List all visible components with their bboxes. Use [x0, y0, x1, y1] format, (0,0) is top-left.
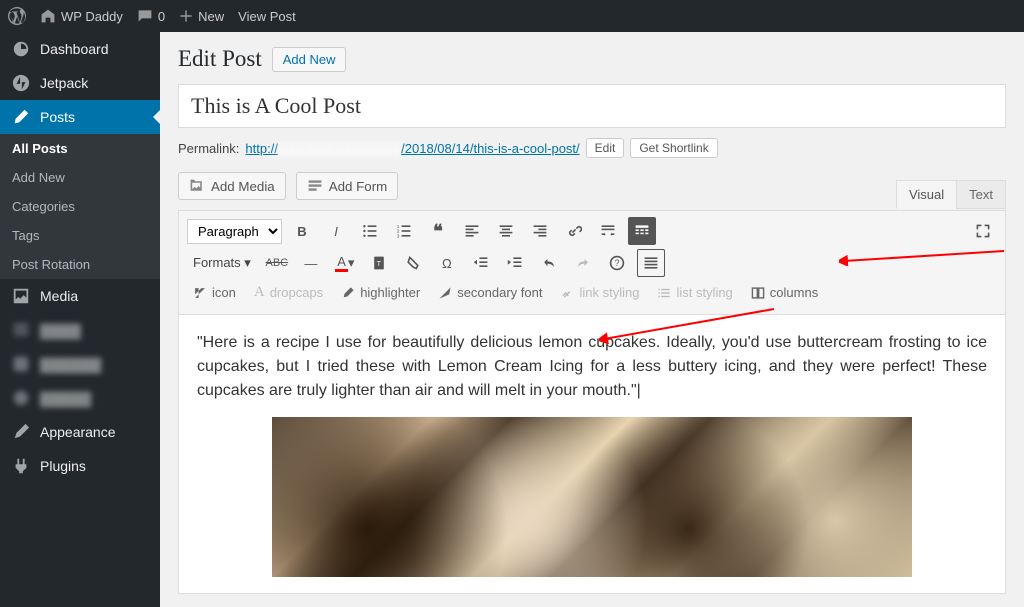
- sub-post-rotation[interactable]: Post Rotation: [0, 250, 160, 279]
- new-link[interactable]: New: [179, 9, 224, 24]
- permalink-edit-button[interactable]: Edit: [586, 138, 625, 158]
- textcolor-icon[interactable]: A▾: [331, 249, 359, 277]
- bold-icon[interactable]: B: [288, 217, 316, 245]
- fullscreen-icon[interactable]: [969, 217, 997, 245]
- ext-secondaryfont-button[interactable]: secondary font: [432, 282, 548, 303]
- view-post-link[interactable]: View Post: [238, 9, 296, 24]
- link-icon[interactable]: [560, 217, 588, 245]
- add-form-label: Add Form: [329, 179, 388, 194]
- ext-icon-button[interactable]: icon: [187, 282, 242, 303]
- hr-icon[interactable]: —: [297, 249, 325, 277]
- posts-label: Posts: [40, 109, 75, 125]
- sidebar-item-posts[interactable]: Posts: [0, 100, 160, 134]
- permalink-url[interactable]: http://▓▓▓▓▓▓▓▓▓▓▓▓▓/2018/08/14/this-is-…: [245, 141, 579, 156]
- svg-text:T: T: [376, 259, 381, 268]
- sidebar-item-plugins[interactable]: Plugins: [0, 449, 160, 483]
- page-title: Edit Post: [178, 46, 262, 72]
- sub-categories[interactable]: Categories: [0, 192, 160, 221]
- ext-dropcaps-button[interactable]: Adropcaps: [248, 281, 329, 304]
- toolbar-toggle-icon[interactable]: [628, 217, 656, 245]
- sidebar-item-blurred-1[interactable]: ▓▓▓▓: [0, 313, 160, 347]
- undo-icon[interactable]: [535, 249, 563, 277]
- ext-highlighter-button[interactable]: highlighter: [335, 282, 426, 303]
- admin-topbar: WP Daddy 0 New View Post: [0, 0, 1024, 32]
- editor-tabs: Visual Text: [897, 180, 1006, 209]
- new-label: New: [198, 9, 224, 24]
- site-name[interactable]: WP Daddy: [40, 8, 123, 24]
- specialchar-icon[interactable]: Ω: [433, 249, 461, 277]
- indent-icon[interactable]: [501, 249, 529, 277]
- strikethrough-icon[interactable]: ABC: [263, 249, 291, 277]
- outdent-icon[interactable]: [467, 249, 495, 277]
- posts-submenu: All Posts Add New Categories Tags Post R…: [0, 134, 160, 279]
- sub-tags[interactable]: Tags: [0, 221, 160, 250]
- sidebar-item-dashboard[interactable]: Dashboard: [0, 32, 160, 66]
- plugins-label: Plugins: [40, 458, 86, 474]
- justify-icon[interactable]: [637, 249, 665, 277]
- editor-content[interactable]: "Here is a recipe I use for beautifully …: [179, 315, 1005, 593]
- ext-linkstyling-button[interactable]: link styling: [554, 282, 645, 303]
- sidebar-item-appearance[interactable]: Appearance: [0, 415, 160, 449]
- comments-link[interactable]: 0: [137, 8, 165, 24]
- jetpack-label: Jetpack: [40, 75, 88, 91]
- admin-sidebar: Dashboard Jetpack Posts All Posts Add Ne…: [0, 32, 160, 607]
- blockquote-icon[interactable]: ❝: [424, 217, 452, 245]
- align-center-icon[interactable]: [492, 217, 520, 245]
- editor-toolbar: Paragraph B I 123 ❝ Formats ▾ ABC —: [179, 211, 1005, 315]
- ext-liststyling-button[interactable]: list styling: [651, 282, 738, 303]
- add-new-button[interactable]: Add New: [272, 47, 347, 72]
- align-left-icon[interactable]: [458, 217, 486, 245]
- sub-all-posts[interactable]: All Posts: [0, 134, 160, 163]
- italic-icon[interactable]: I: [322, 217, 350, 245]
- toolbar-row-3: icon Adropcaps highlighter secondary fon…: [187, 281, 997, 304]
- post-image[interactable]: [272, 417, 912, 577]
- dashboard-label: Dashboard: [40, 41, 109, 57]
- formats-select[interactable]: Formats ▾: [187, 252, 257, 274]
- paste-text-icon[interactable]: T: [365, 249, 393, 277]
- shortlink-button[interactable]: Get Shortlink: [630, 138, 717, 158]
- view-post-label: View Post: [238, 9, 296, 24]
- paragraph-select[interactable]: Paragraph: [187, 219, 282, 244]
- sidebar-item-media[interactable]: Media: [0, 279, 160, 313]
- add-media-button[interactable]: Add Media: [178, 172, 286, 200]
- content-area: Edit Post Add New Permalink: http://▓▓▓▓…: [160, 32, 1024, 607]
- clear-formatting-icon[interactable]: [399, 249, 427, 277]
- svg-text:3: 3: [397, 233, 400, 239]
- svg-text:?: ?: [614, 258, 619, 268]
- site-name-label: WP Daddy: [61, 9, 123, 24]
- permalink-row: Permalink: http://▓▓▓▓▓▓▓▓▓▓▓▓▓/2018/08/…: [178, 138, 1006, 158]
- sub-add-new[interactable]: Add New: [0, 163, 160, 192]
- bullet-list-icon[interactable]: [356, 217, 384, 245]
- media-row: Add Media Add Form: [178, 172, 1006, 200]
- align-right-icon[interactable]: [526, 217, 554, 245]
- comments-count: 0: [158, 9, 165, 24]
- sidebar-item-blurred-2[interactable]: ▓▓▓▓▓▓: [0, 347, 160, 381]
- editor-wrap: Visual Text Paragraph B I 123 ❝: [178, 210, 1006, 594]
- permalink-label: Permalink:: [178, 141, 239, 156]
- sidebar-item-jetpack[interactable]: Jetpack: [0, 66, 160, 100]
- main-layout: Dashboard Jetpack Posts All Posts Add Ne…: [0, 32, 1024, 607]
- help-icon[interactable]: ?: [603, 249, 631, 277]
- post-title-input[interactable]: [178, 84, 1006, 128]
- toolbar-row-1: Paragraph B I 123 ❝: [187, 217, 997, 245]
- tab-visual[interactable]: Visual: [896, 180, 957, 209]
- toolbar-row-2: Formats ▾ ABC — A▾ T Ω ?: [187, 249, 997, 277]
- number-list-icon[interactable]: 123: [390, 217, 418, 245]
- wp-logo[interactable]: [8, 7, 26, 25]
- sidebar-item-blurred-3[interactable]: ▓▓▓▓▓: [0, 381, 160, 415]
- add-media-label: Add Media: [211, 179, 275, 194]
- redo-icon[interactable]: [569, 249, 597, 277]
- add-form-button[interactable]: Add Form: [296, 172, 399, 200]
- page-heading: Edit Post Add New: [178, 46, 1006, 72]
- media-label: Media: [40, 288, 78, 304]
- ext-columns-button[interactable]: columns: [745, 282, 824, 303]
- editor-paragraph: "Here is a recipe I use for beautifully …: [197, 331, 987, 403]
- appearance-label: Appearance: [40, 424, 116, 440]
- tab-text[interactable]: Text: [956, 180, 1006, 209]
- readmore-icon[interactable]: [594, 217, 622, 245]
